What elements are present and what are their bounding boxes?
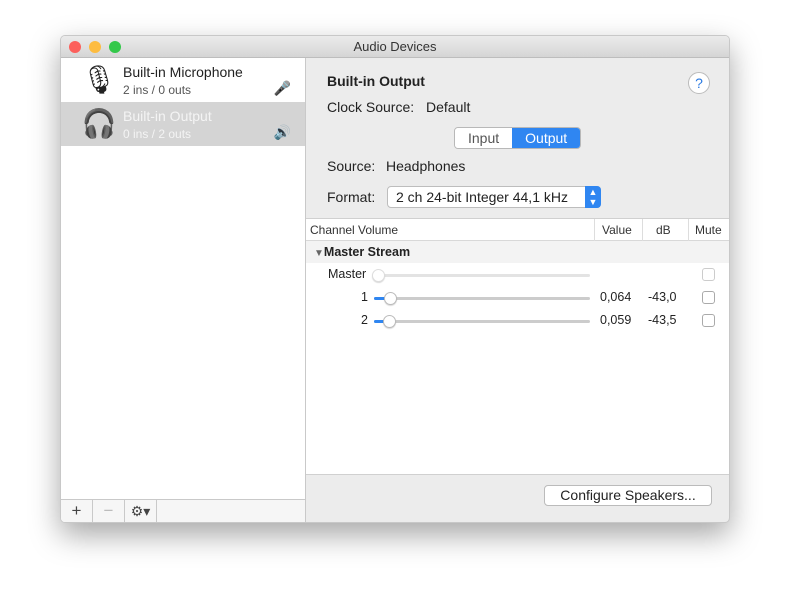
device-detail-panel: Built-in Output ? Clock Source: Default …: [306, 58, 729, 522]
microphone-icon: 🎙: [81, 64, 117, 95]
slider-knob: [372, 269, 385, 282]
device-list: 🎙 Built-in Microphone 2 ins / 0 outs 🎤 🎧…: [61, 58, 306, 522]
table-header: Channel Volume Value dB Mute: [306, 219, 729, 241]
chevron-updown-icon: ▲ ▼: [585, 186, 601, 208]
window-title: Audio Devices: [353, 39, 437, 54]
clock-source-label: Clock Source:: [327, 99, 415, 115]
help-button[interactable]: ?: [688, 72, 710, 94]
format-select[interactable]: 2 ch 24-bit Integer 44,1 kHz ▲ ▼: [387, 186, 601, 208]
mic-icon: 🎤: [273, 80, 291, 96]
mute-checkbox[interactable]: [702, 291, 715, 304]
channel-label: 1: [361, 290, 368, 304]
table-row: 1 0,064 -43,0: [306, 286, 729, 309]
slider-knob[interactable]: [383, 292, 397, 305]
device-name: Built-in Microphone: [123, 64, 243, 80]
header-value[interactable]: Value: [602, 223, 632, 237]
gear-menu-button[interactable]: ⚙▾: [125, 500, 157, 522]
minimize-button[interactable]: [89, 41, 101, 53]
slider-knob[interactable]: [382, 315, 396, 328]
remove-device-button[interactable]: −: [93, 500, 125, 522]
source-value: Headphones: [386, 158, 466, 174]
configure-speakers-button[interactable]: Configure Speakers...: [544, 485, 712, 506]
title-bar: Audio Devices: [61, 36, 729, 58]
tab-output[interactable]: Output: [512, 128, 581, 148]
channel-value: 0,064: [600, 290, 632, 304]
source-label: Source:: [327, 158, 376, 174]
device-channels: 0 ins / 2 outs: [123, 127, 192, 141]
close-button[interactable]: [69, 41, 81, 53]
device-channels: 2 ins / 0 outs: [123, 83, 192, 97]
table-row: 2 0,059 -43,5: [306, 309, 729, 332]
add-device-button[interactable]: +: [61, 500, 93, 522]
channel-label: 2: [361, 313, 368, 327]
clock-source-value: Default: [426, 99, 471, 115]
input-output-tabs: Input Output: [454, 127, 582, 149]
mute-checkbox[interactable]: [702, 314, 715, 327]
channel-db: -43,5: [648, 313, 677, 327]
channel-volume-table: Channel Volume Value dB Mute ▼Master Str…: [306, 218, 729, 475]
format-value: 2 ch 24-bit Integer 44,1 kHz: [396, 189, 568, 205]
master-stream-group[interactable]: ▼Master Stream: [306, 241, 729, 263]
zoom-button[interactable]: [109, 41, 121, 53]
header-db[interactable]: dB: [656, 223, 671, 237]
device-item-output[interactable]: 🎧 Built-in Output 0 ins / 2 outs 🔊: [61, 102, 305, 146]
device-item-microphone[interactable]: 🎙 Built-in Microphone 2 ins / 0 outs 🎤: [61, 58, 305, 102]
volume-slider[interactable]: [374, 292, 590, 305]
channel-label: Master: [328, 267, 367, 281]
group-label: Master Stream: [323, 245, 411, 259]
headphones-icon: 🎧: [81, 108, 117, 139]
channel-db: -43,0: [648, 290, 677, 304]
mute-checkbox: [702, 268, 715, 281]
device-name: Built-in Output: [123, 108, 212, 124]
sidebar-toolbar: + − ⚙▾: [61, 499, 305, 522]
disclosure-triangle-icon[interactable]: ▼: [314, 248, 324, 259]
header-channel-volume[interactable]: Channel Volume: [310, 223, 398, 237]
header-mute[interactable]: Mute: [695, 223, 722, 237]
volume-slider[interactable]: [374, 315, 590, 328]
device-title: Built-in Output: [327, 73, 425, 89]
format-label: Format:: [327, 189, 376, 205]
audio-devices-window: Audio Devices 🎙 Built-in Microphone 2 in…: [60, 35, 730, 523]
channel-value: 0,059: [600, 313, 632, 327]
table-row: Master: [306, 263, 729, 286]
tab-input[interactable]: Input: [455, 128, 513, 148]
volume-slider: [372, 269, 590, 282]
speaker-icon: 🔊: [273, 124, 291, 140]
